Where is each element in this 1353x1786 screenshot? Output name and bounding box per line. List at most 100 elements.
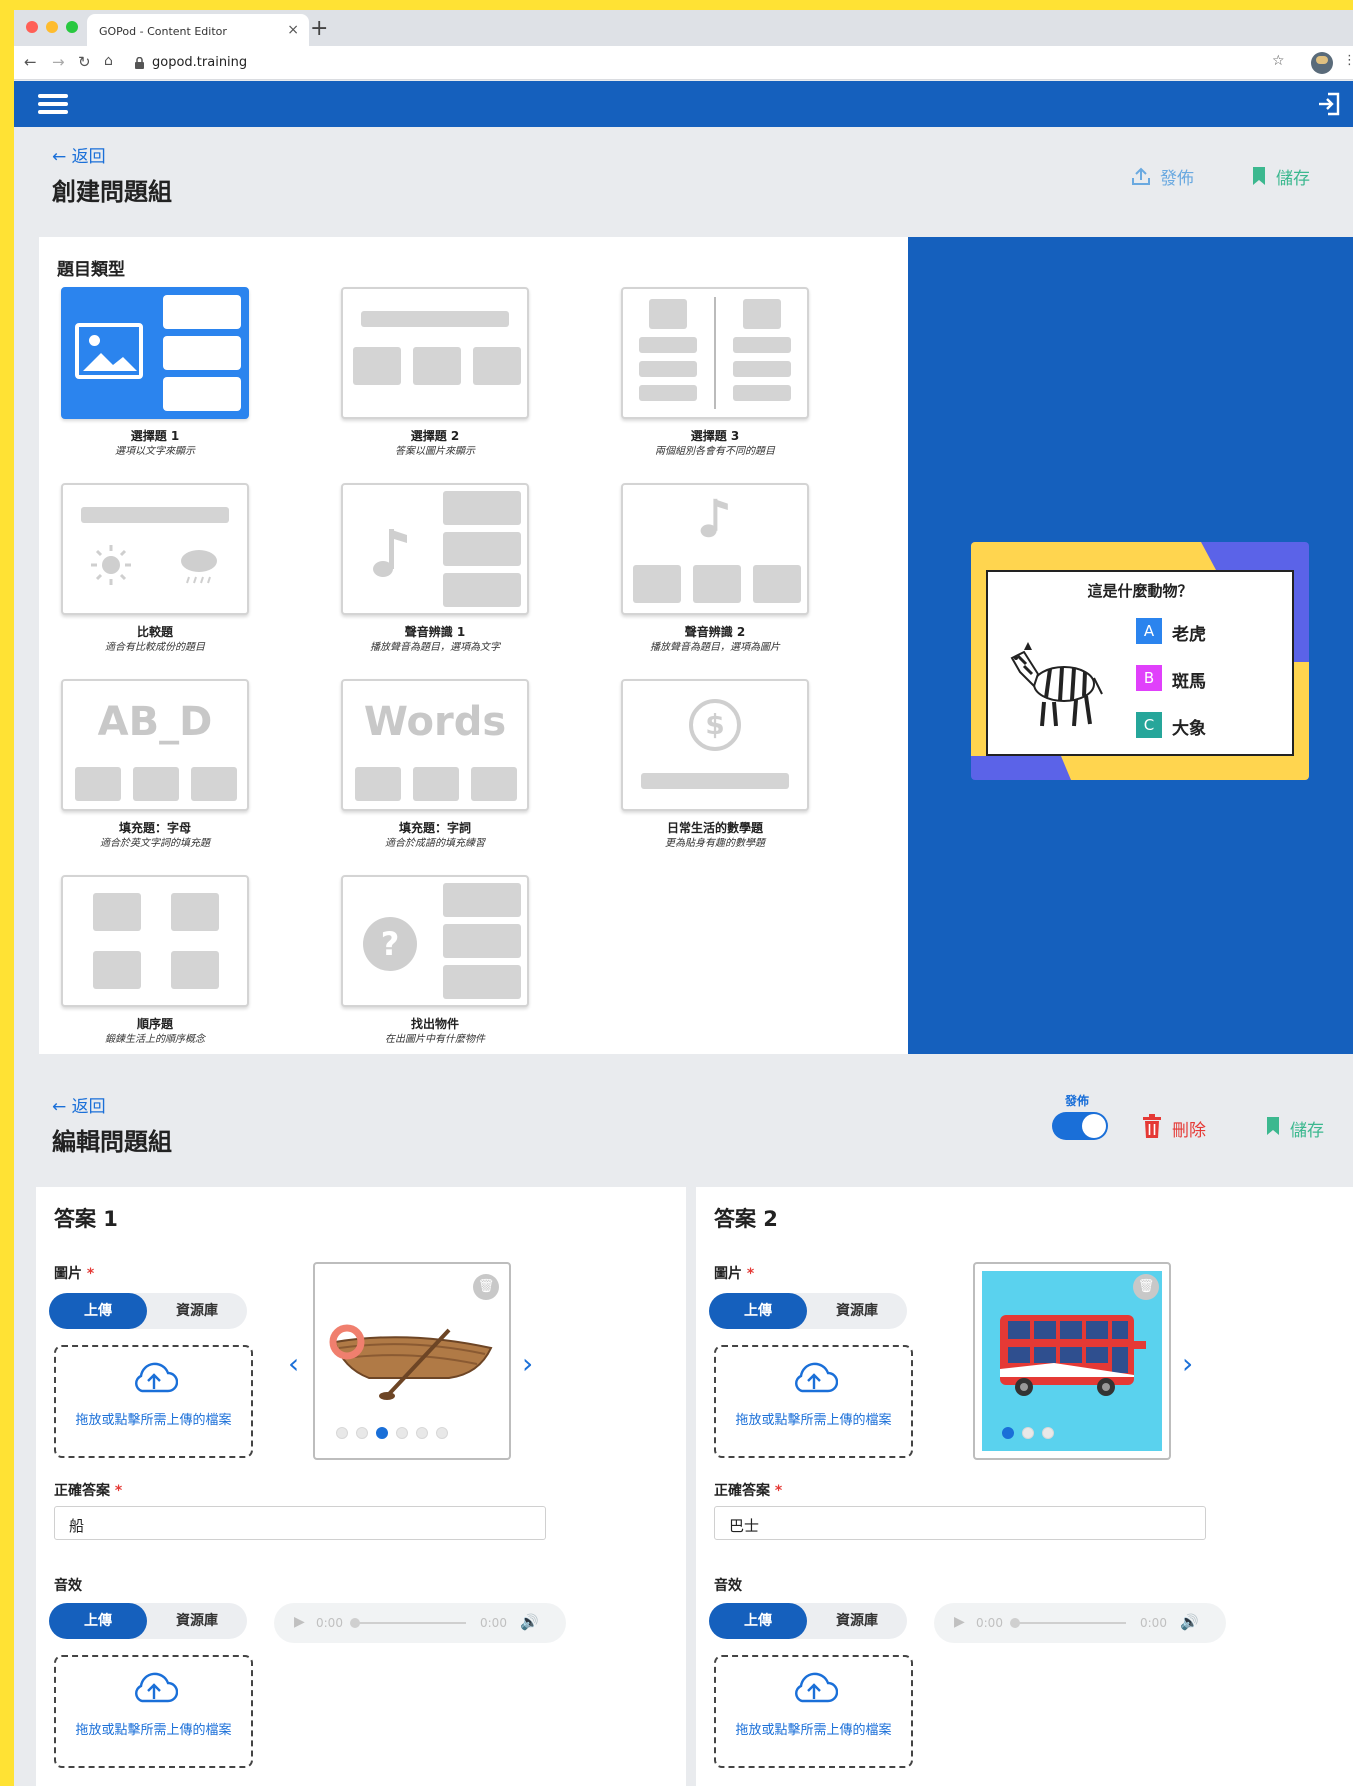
carousel-prev-icon[interactable]: ‹: [288, 1347, 299, 1380]
image-icon: [171, 951, 219, 989]
type-card-choice-3[interactable]: [621, 287, 809, 419]
back-arrow-icon[interactable]: ←: [24, 53, 37, 71]
type-desc: 答案以圖片來顯示: [395, 446, 475, 457]
library-tab[interactable]: 資源庫: [147, 1293, 247, 1329]
close-window-icon[interactable]: [26, 21, 38, 33]
cloud-upload-icon: [135, 1672, 178, 1703]
dropzone-text: 拖放或點擊所需上傳的檔案: [75, 1723, 232, 1738]
publish-button[interactable]: 發佈: [1130, 164, 1210, 190]
browser-menu-icon[interactable]: ⋮: [1343, 53, 1353, 68]
back-link[interactable]: ← 返回: [52, 142, 106, 167]
image-dropzone[interactable]: 拖放或點擊所需上傳的檔案: [714, 1345, 913, 1458]
answer-panel-1: 答案 1 圖片 * 上傳 資源庫 拖放或點擊所需上傳的檔案 ‹ 🗑 › 正確答案…: [36, 1187, 686, 1786]
option-text[interactable]: 大象: [1172, 714, 1206, 739]
type-card-fill-words[interactable]: Words: [341, 679, 529, 811]
type-card-sound-1[interactable]: [341, 483, 529, 615]
carousel-dot[interactable]: [376, 1427, 388, 1439]
home-icon[interactable]: ⌂: [104, 53, 113, 69]
minimize-window-icon[interactable]: [46, 21, 58, 33]
browser-window: GOPod - Content Editor × + ← → ↻ ⌂ gopod…: [14, 10, 1353, 1786]
option-text[interactable]: 老虎: [1172, 620, 1206, 645]
option-letter[interactable]: B: [1136, 665, 1162, 691]
upload-tab[interactable]: 上傳: [49, 1603, 147, 1639]
music-note-icon: [373, 529, 407, 577]
carousel-next-icon[interactable]: ›: [1182, 1347, 1193, 1380]
upload-cloud-icon: [1132, 167, 1150, 185]
volume-icon[interactable]: 🔊: [1180, 1613, 1199, 1631]
correct-answer-label: 正確答案 *: [54, 1483, 123, 1499]
library-tab[interactable]: 資源庫: [147, 1603, 247, 1639]
library-tab[interactable]: 資源庫: [807, 1293, 907, 1329]
option-letter[interactable]: A: [1136, 618, 1162, 644]
type-card-choice-1[interactable]: [61, 287, 249, 419]
type-desc: 適合有比較成份的題目: [105, 642, 205, 653]
carousel-dot[interactable]: [396, 1427, 408, 1439]
correct-answer-input[interactable]: 船: [54, 1506, 546, 1540]
logout-icon[interactable]: [1316, 91, 1342, 117]
type-desc: 選項以文字來顯示: [115, 446, 195, 457]
carousel-next-icon[interactable]: ›: [522, 1347, 533, 1380]
sound-dropzone[interactable]: 拖放或點擊所需上傳的檔案: [714, 1655, 913, 1768]
audio-progress[interactable]: [350, 1618, 466, 1628]
image-icon: [693, 565, 741, 603]
sound-dropzone[interactable]: 拖放或點擊所需上傳的檔案: [54, 1655, 253, 1768]
quiz-preview-card: 這是什麼動物？ A 老虎 B 斑馬 C 大象: [971, 542, 1309, 780]
type-card-fill-letter[interactable]: AB_D: [61, 679, 249, 811]
reload-icon[interactable]: ↻: [78, 53, 91, 71]
hamburger-menu-icon[interactable]: [14, 81, 84, 127]
card-text: Words: [363, 699, 507, 745]
image-dropzone[interactable]: 拖放或點擊所需上傳的檔案: [54, 1345, 253, 1458]
sound-field-label: 音效: [714, 1578, 742, 1594]
option-text[interactable]: 斑馬: [1172, 667, 1206, 692]
type-card-choice-2[interactable]: [341, 287, 529, 419]
image-icon: [649, 299, 687, 329]
quiz-question: 這是什麼動物？: [1087, 582, 1193, 600]
type-card-find-object[interactable]: ?: [341, 875, 529, 1007]
publish-toggle[interactable]: [1052, 1112, 1108, 1140]
maximize-window-icon[interactable]: [66, 21, 78, 33]
volume-icon[interactable]: 🔊: [520, 1613, 539, 1631]
close-tab-icon[interactable]: ×: [287, 22, 299, 38]
correct-answer-input[interactable]: 巴士: [714, 1506, 1206, 1540]
library-tab[interactable]: 資源庫: [807, 1603, 907, 1639]
carousel-dot[interactable]: [1022, 1427, 1034, 1439]
delete-image-icon[interactable]: 🗑: [473, 1274, 499, 1300]
correct-answer-label: 正確答案 *: [714, 1483, 783, 1499]
type-card-daily-math[interactable]: $: [621, 679, 809, 811]
page-title: 創建問題組: [52, 178, 172, 206]
delete-button[interactable]: 刪除: [1142, 1114, 1222, 1141]
dropzone-text: 拖放或點擊所需上傳的檔案: [735, 1413, 892, 1428]
carousel-dot[interactable]: [336, 1427, 348, 1439]
answer-heading: 答案 2: [714, 1207, 778, 1231]
profile-avatar[interactable]: [1311, 52, 1333, 74]
option-letter[interactable]: C: [1136, 712, 1162, 738]
type-card-sound-2[interactable]: [621, 483, 809, 615]
browser-tab[interactable]: GOPod - Content Editor ×: [87, 14, 309, 46]
play-icon[interactable]: ▶: [294, 1614, 305, 1630]
type-desc: 更為貼身有趣的數學題: [665, 838, 765, 849]
image-icon: [171, 893, 219, 931]
carousel-dot[interactable]: [1002, 1427, 1014, 1439]
upload-tab[interactable]: 上傳: [709, 1603, 807, 1639]
back-link[interactable]: ← 返回: [52, 1092, 106, 1117]
carousel-dot[interactable]: [356, 1427, 368, 1439]
type-card-order[interactable]: [61, 875, 249, 1007]
bookmark-star-icon[interactable]: ☆: [1272, 53, 1285, 69]
upload-tab[interactable]: 上傳: [709, 1293, 807, 1329]
question-types-panel: 題目類型 選擇題 1 選項以文字來顯示 選擇題 2 答案以圖片來顯示 選擇題 3…: [39, 237, 908, 1054]
carousel-dot[interactable]: [436, 1427, 448, 1439]
play-icon[interactable]: ▶: [954, 1614, 965, 1630]
audio-progress[interactable]: [1010, 1618, 1126, 1628]
new-tab-icon[interactable]: +: [310, 16, 328, 41]
image-field-label: 圖片 *: [714, 1266, 755, 1282]
save-button[interactable]: 儲存: [1252, 164, 1332, 190]
delete-image-icon[interactable]: 🗑: [1133, 1274, 1159, 1300]
save-button[interactable]: 儲存: [1266, 1116, 1346, 1142]
carousel-dot[interactable]: [1042, 1427, 1054, 1439]
type-card-compare[interactable]: [61, 483, 249, 615]
forward-arrow-icon[interactable]: →: [52, 53, 65, 71]
upload-tab[interactable]: 上傳: [49, 1293, 147, 1329]
carousel-dot[interactable]: [416, 1427, 428, 1439]
type-desc: 鍛鍊生活上的順序概念: [105, 1034, 205, 1045]
url-text[interactable]: gopod.training: [152, 55, 247, 70]
